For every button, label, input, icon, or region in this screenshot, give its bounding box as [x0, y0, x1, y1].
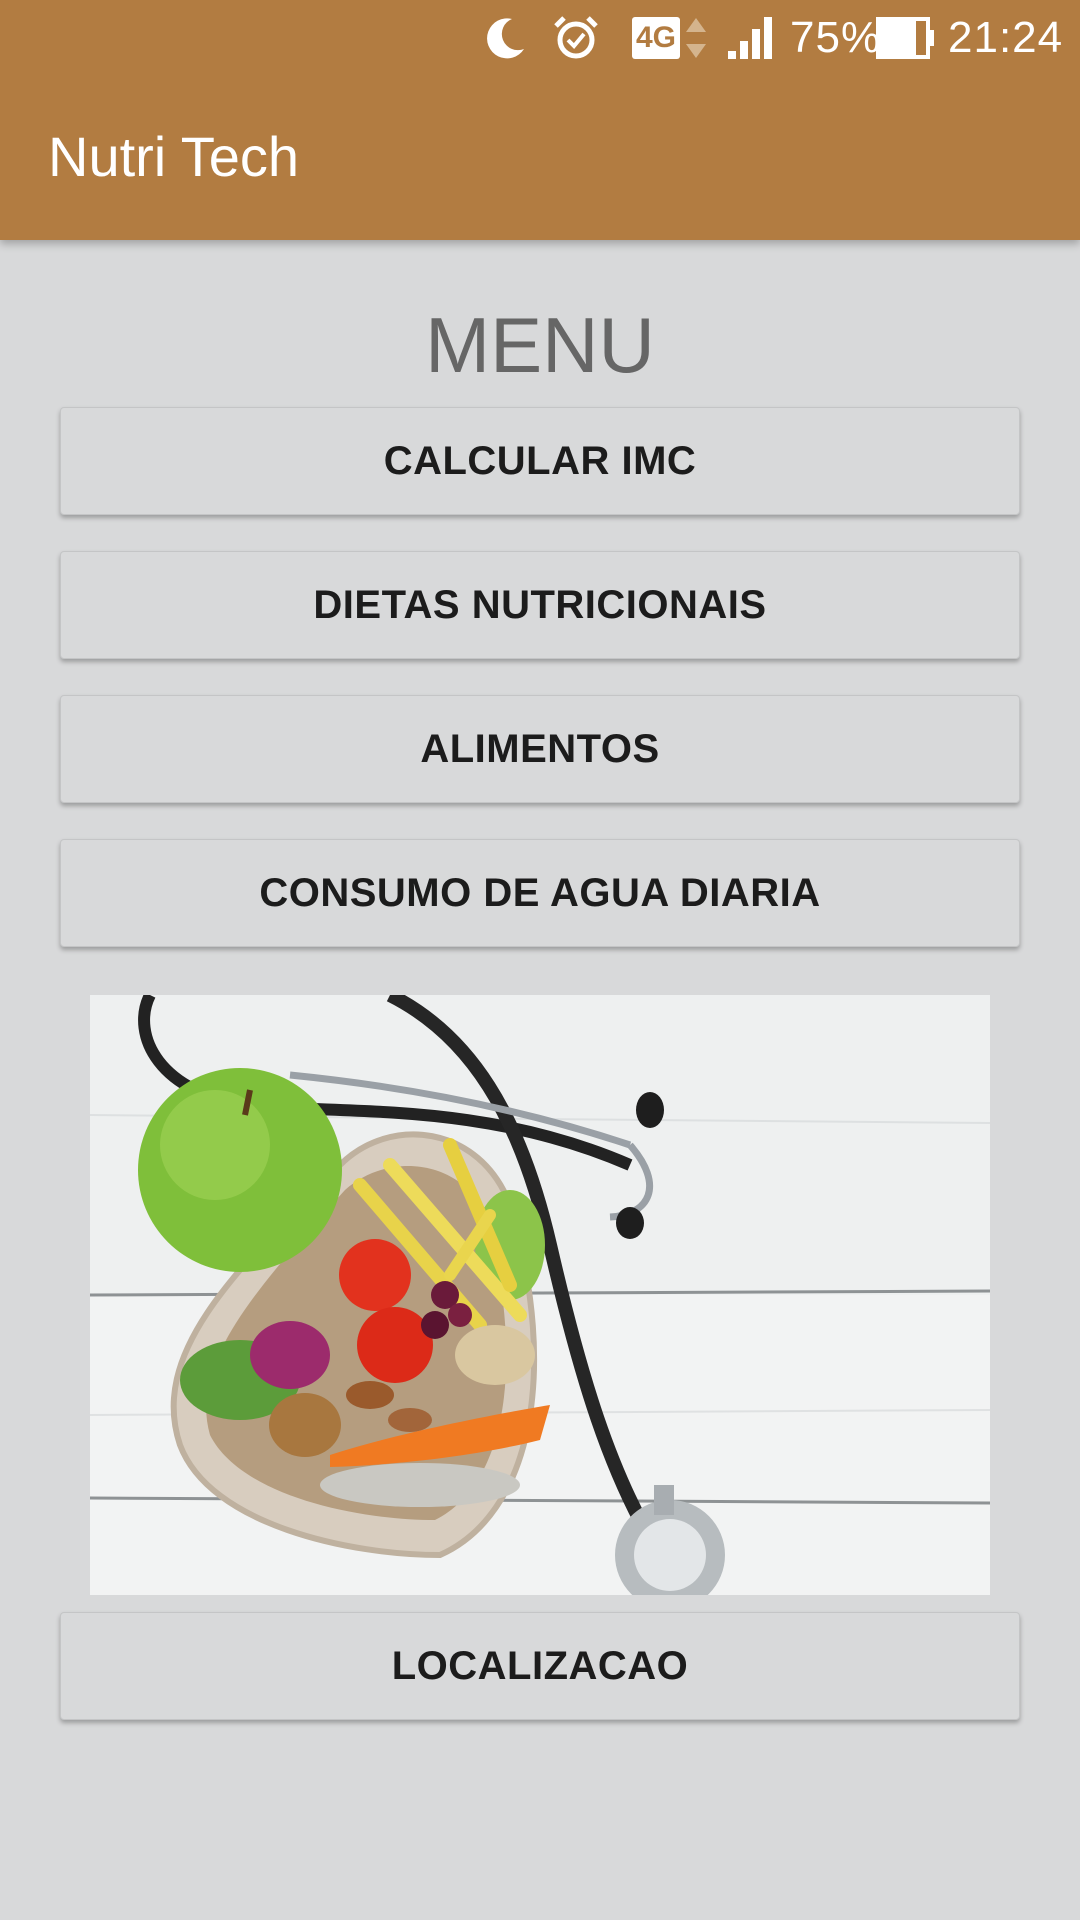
calcular-imc-button[interactable]: CALCULAR IMC [60, 407, 1020, 515]
battery-icon [876, 10, 936, 66]
app-title: Nutri Tech [48, 125, 300, 188]
moon-icon [482, 10, 528, 66]
clock: 21:24 [948, 13, 1064, 62]
alarm-icon [552, 10, 600, 66]
network-4g-icon: 4G [632, 10, 708, 66]
app-bar: 4G 75% 21:24 Nutri Tech [0, 0, 1080, 240]
healthy-food-heart-stethoscope-image [90, 995, 990, 1595]
signal-icon [726, 10, 776, 66]
battery-percentage: 75% [790, 13, 882, 62]
alimentos-button[interactable]: ALIMENTOS [60, 695, 1020, 803]
localizacao-button[interactable]: LOCALIZACAO [60, 1612, 1020, 1720]
menu-title: MENU [425, 301, 655, 389]
consumo-de-agua-button[interactable]: CONSUMO DE AGUA DIARIA [60, 839, 1020, 947]
status-bar: 4G 75% 21:24 [0, 0, 1080, 76]
dietas-nutricionais-button[interactable]: DIETAS NUTRICIONAIS [60, 551, 1020, 659]
